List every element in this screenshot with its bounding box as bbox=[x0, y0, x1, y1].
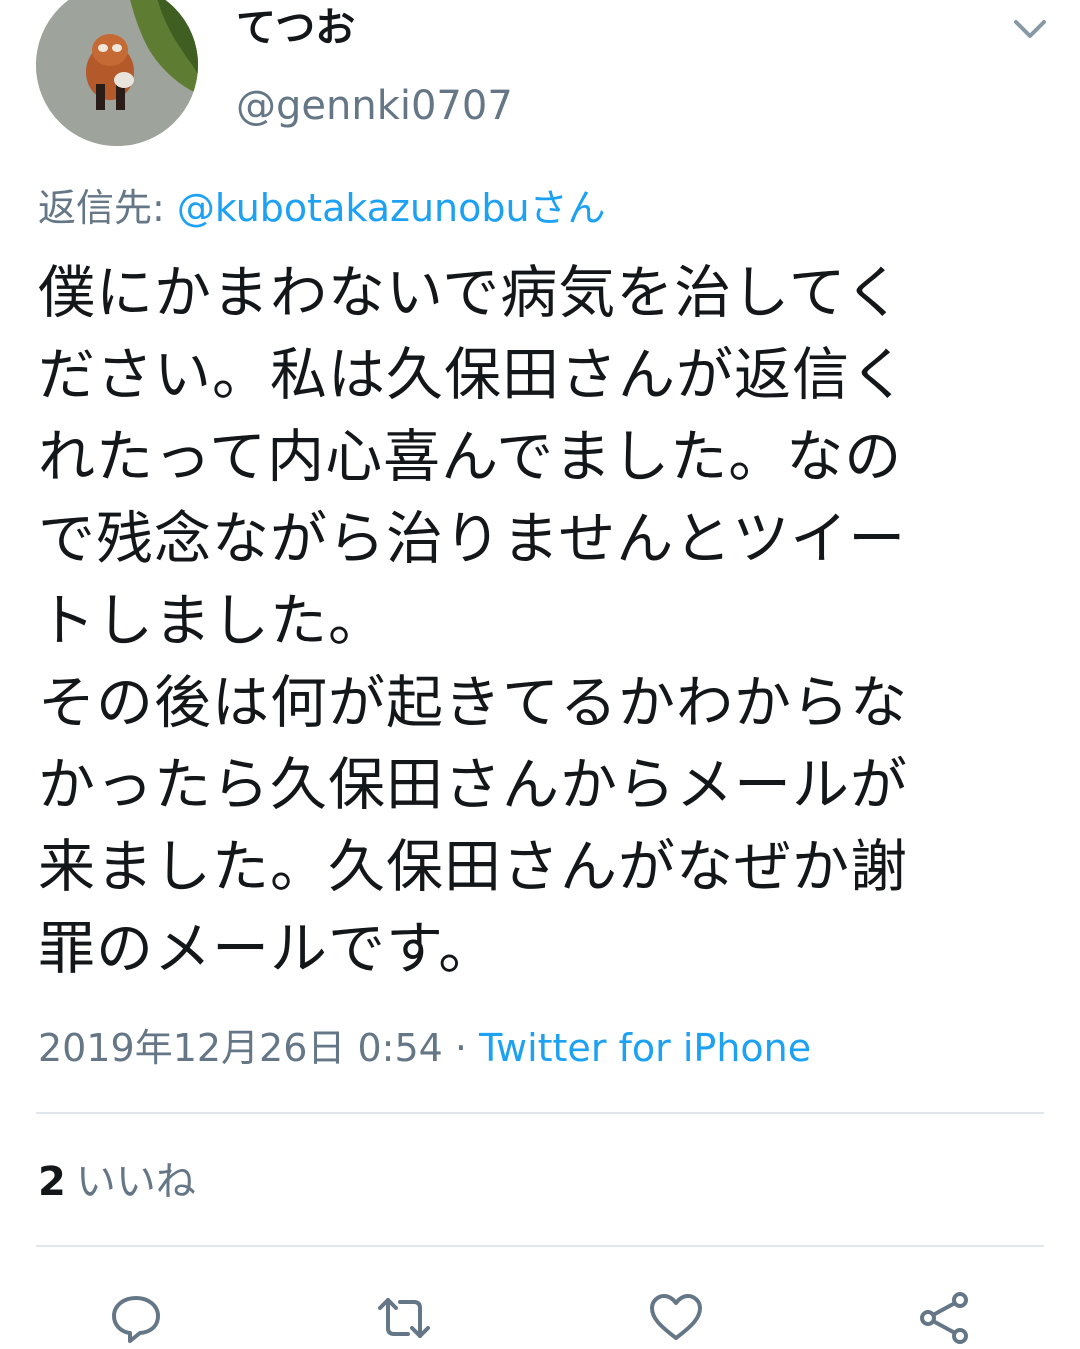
author-display-name[interactable]: てつお bbox=[236, 2, 355, 54]
tweet-source-link[interactable]: Twitter for iPhone bbox=[479, 1026, 811, 1070]
avatar[interactable] bbox=[36, 0, 198, 146]
reply-button[interactable] bbox=[106, 1288, 166, 1348]
reply-icon bbox=[112, 1296, 160, 1343]
like-button[interactable] bbox=[646, 1288, 706, 1348]
share-button[interactable] bbox=[914, 1288, 974, 1348]
author-handle[interactable]: @gennki0707 bbox=[236, 80, 513, 132]
tweet-text: 僕にかまわないで病気を治してく ださい。私は久保田さんが返信く れたって内心喜ん… bbox=[38, 260, 908, 982]
likes-label: いいね bbox=[75, 1159, 196, 1205]
reply-to-prefix: 返信先: bbox=[38, 186, 177, 230]
reply-mention-link[interactable]: @kubotakazunobuさん bbox=[177, 186, 606, 230]
heart-icon bbox=[650, 1294, 702, 1340]
likes-count: 2 bbox=[38, 1159, 66, 1205]
tweet-timestamp[interactable]: 2019年12月26日 0:54 bbox=[38, 1026, 443, 1070]
chevron-down-icon[interactable] bbox=[1010, 12, 1050, 44]
divider-bottom bbox=[36, 1245, 1044, 1247]
share-icon bbox=[920, 1292, 968, 1344]
reply-to-line: 返信先: @kubotakazunobuさん bbox=[38, 182, 606, 234]
likes-stat[interactable]: 2 いいね bbox=[38, 1156, 196, 1208]
meta-separator: · bbox=[442, 1026, 480, 1070]
red-panda-avatar-image bbox=[36, 0, 198, 146]
divider-top bbox=[36, 1112, 1044, 1114]
retweet-icon bbox=[378, 1298, 430, 1338]
tweet-meta: 2019年12月26日 0:54 · Twitter for iPhone bbox=[38, 1022, 811, 1074]
retweet-button[interactable] bbox=[374, 1288, 434, 1348]
